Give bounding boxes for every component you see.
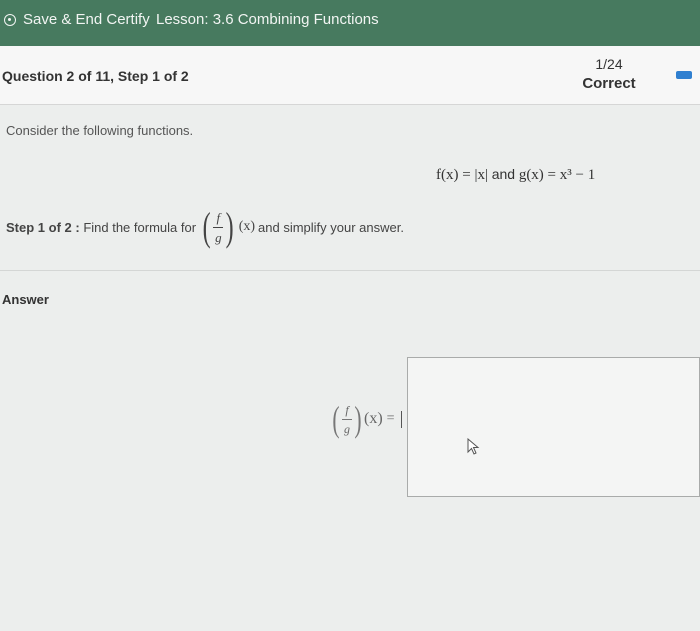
fraction-bar	[213, 226, 224, 228]
answer-fraction-numerator: f	[345, 402, 349, 417]
function-argument: (x)	[238, 219, 256, 234]
lesson-title: Lesson: 3.6 Combining Functions	[156, 11, 379, 28]
progress-status: Correct	[582, 75, 636, 92]
quotient-expression: ( f g )	[200, 207, 237, 247]
right-paren: )	[226, 204, 235, 249]
fraction-numerator: f	[216, 209, 221, 225]
answer-input[interactable]	[407, 357, 700, 497]
answer-equals: =	[386, 411, 395, 426]
question-header: Question 2 of 11, Step 1 of 2 1/24 Corre…	[0, 46, 700, 105]
left-paren: (	[202, 204, 211, 249]
f-definition: f(x) = |x|	[436, 167, 488, 183]
step-text-after: and simplify your answer.	[258, 219, 404, 235]
step-instruction: Step 1 of 2 : Find the formula for ( f g…	[6, 205, 404, 249]
step-label: Step 1 of 2 :	[6, 219, 80, 235]
mouse-pointer-icon	[467, 438, 480, 455]
save-end-label: Save & End Certify	[23, 11, 150, 28]
function-definitions: f(x) = |x| and g(x) = x³ − 1	[436, 166, 595, 184]
side-panel-tab[interactable]	[676, 71, 692, 79]
answer-right-paren: )	[354, 399, 362, 439]
g-definition: g(x) = x³ − 1	[518, 167, 596, 183]
answer-left-paren: (	[332, 399, 340, 439]
function-conjunction: and	[491, 166, 516, 182]
progress-count: 1/24	[595, 56, 623, 72]
answer-label: Answer	[2, 292, 49, 307]
answer-argument: (x)	[364, 410, 383, 427]
answer-fraction: f g	[342, 404, 352, 435]
fraction-denominator: g	[215, 229, 222, 245]
progress-indicator: 1/24 Correct	[562, 56, 656, 92]
answer-fraction-denominator: g	[344, 421, 350, 436]
save-circle-icon	[4, 13, 16, 26]
top-bar: Save & End Certify Lesson: 3.6 Combining…	[0, 0, 700, 46]
section-divider	[0, 270, 700, 271]
answer-expression: ( f g ) (x) =	[330, 401, 402, 437]
save-end-certify-button[interactable]: Save & End Certify	[4, 11, 150, 28]
question-step-label: Question 2 of 11, Step 1 of 2	[2, 68, 189, 84]
question-content: Consider the following functions. f(x) =…	[0, 105, 700, 631]
fraction: f g	[213, 209, 224, 245]
question-intro: Consider the following functions.	[6, 123, 194, 138]
answer-fraction-bar	[342, 418, 352, 420]
text-caret	[400, 410, 402, 428]
step-text-before: Find the formula for	[83, 219, 197, 235]
